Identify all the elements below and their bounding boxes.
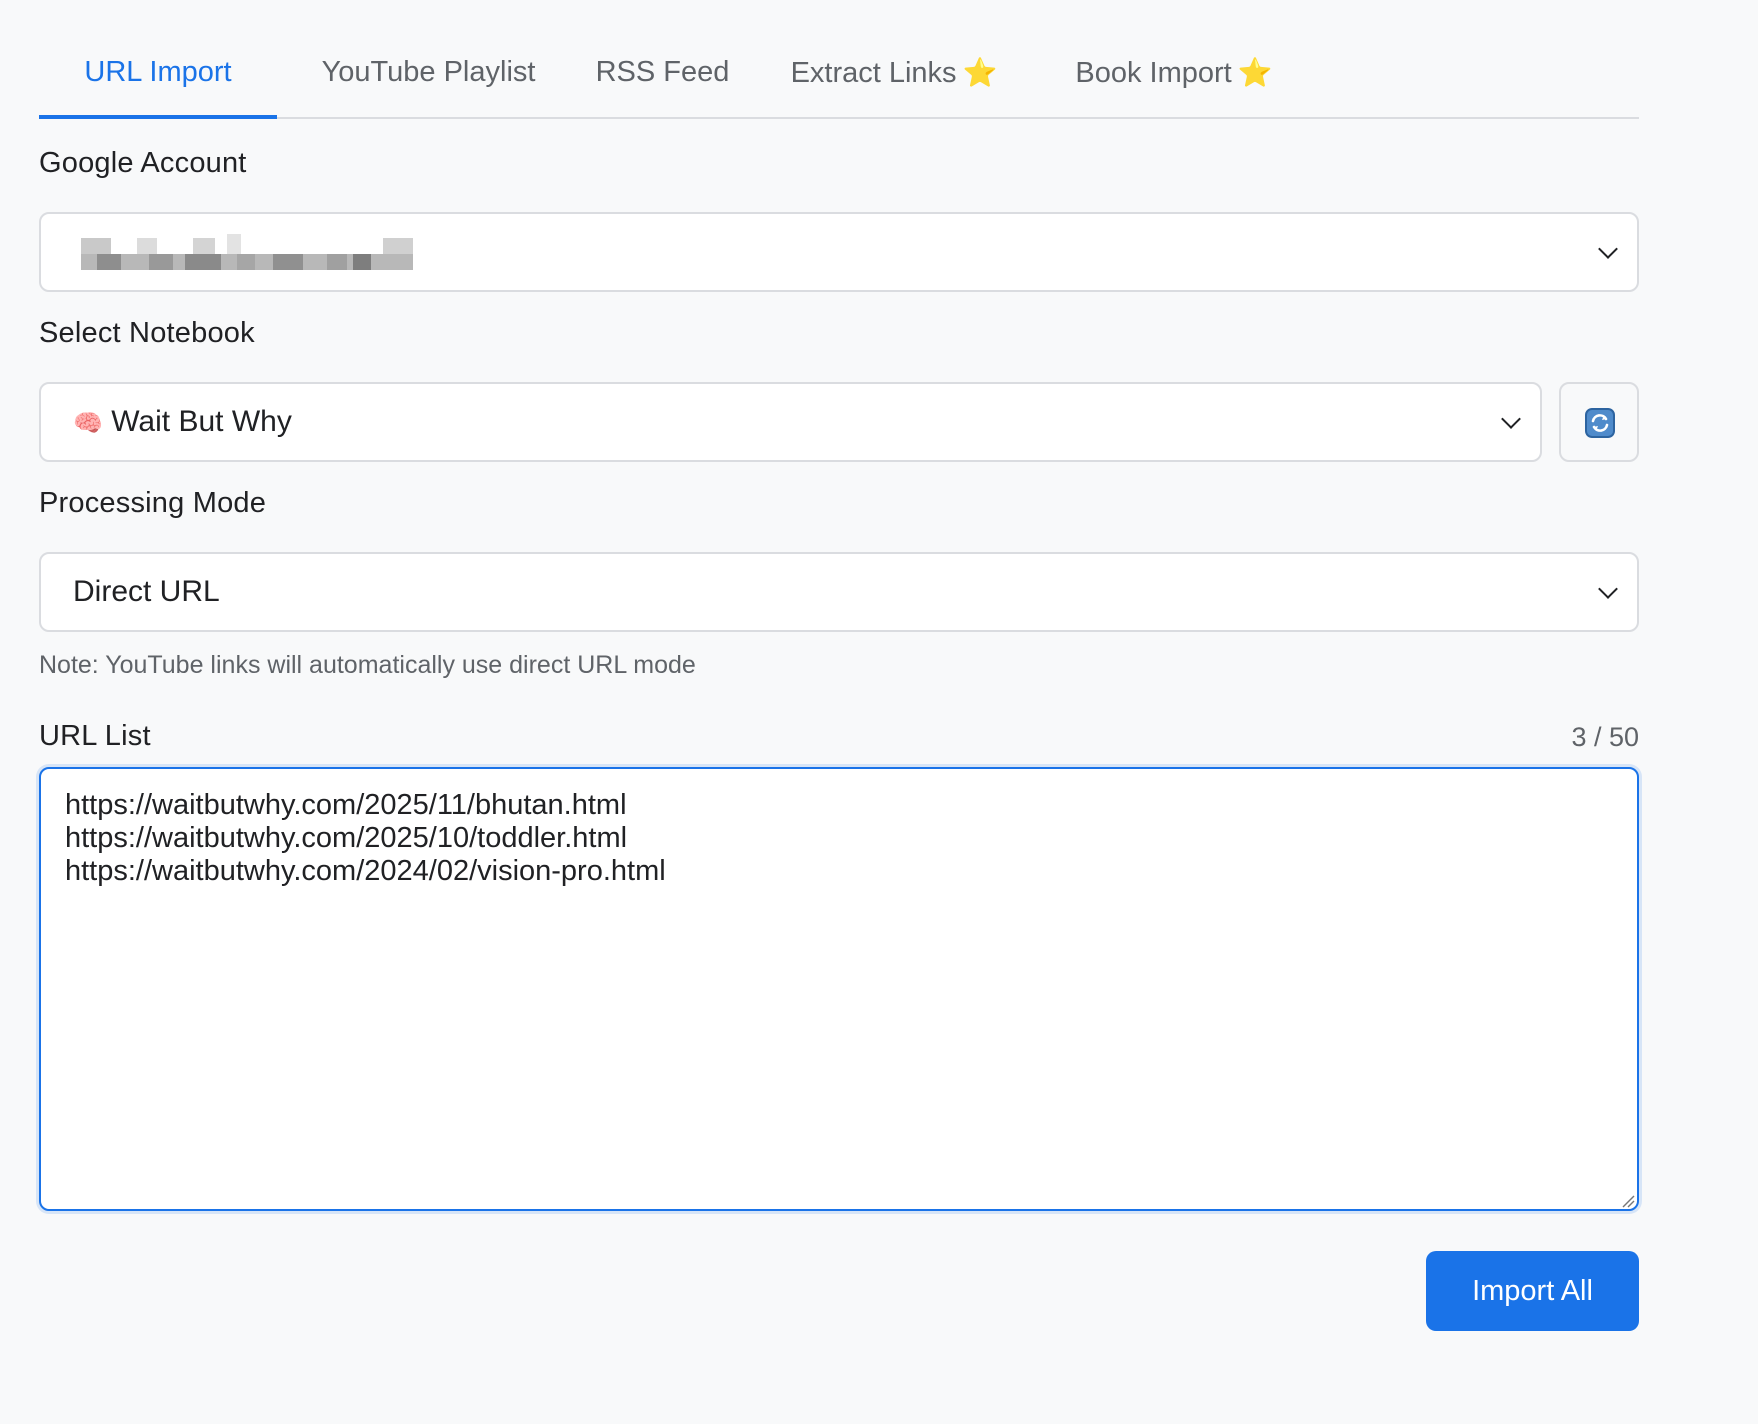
import-panel: URL Import YouTube Playlist RSS Feed Ext… bbox=[39, 0, 1639, 1331]
google-account-label: Google Account bbox=[39, 147, 247, 179]
notebook-label: Select Notebook bbox=[39, 317, 255, 349]
tab-label: RSS Feed bbox=[595, 56, 730, 88]
tab-label: YouTube Playlist bbox=[321, 56, 536, 88]
redacted-account-value bbox=[77, 230, 417, 280]
chevron-down-icon bbox=[1598, 579, 1618, 599]
notebook-select[interactable]: 🧠 Wait But Why bbox=[39, 382, 1542, 462]
import-all-button[interactable]: Import All bbox=[1426, 1251, 1639, 1331]
refresh-notebooks-button[interactable] bbox=[1559, 382, 1639, 462]
tab-url-import[interactable]: URL Import bbox=[39, 0, 277, 119]
notebook-selected-value: 🧠 Wait But Why bbox=[73, 405, 292, 438]
tab-rss-feed[interactable]: RSS Feed bbox=[580, 0, 745, 117]
processing-mode-select[interactable]: Direct URL bbox=[39, 552, 1639, 632]
tab-bar: URL Import YouTube Playlist RSS Feed Ext… bbox=[39, 0, 1639, 119]
tab-extract-links[interactable]: Extract Links ⭐ bbox=[745, 0, 1043, 117]
google-account-select[interactable] bbox=[39, 212, 1639, 292]
tab-book-import[interactable]: Book Import ⭐ bbox=[1043, 0, 1305, 117]
processing-mode-note: Note: YouTube links will automatically u… bbox=[39, 651, 696, 679]
processing-mode-selected-value: Direct URL bbox=[73, 575, 220, 608]
tab-label: URL Import bbox=[84, 56, 232, 88]
brain-icon: 🧠 bbox=[73, 410, 103, 437]
url-list-label: URL List bbox=[39, 720, 151, 752]
tab-label: Book Import bbox=[1075, 57, 1232, 89]
star-icon: ⭐ bbox=[1237, 57, 1273, 88]
star-icon: ⭐ bbox=[962, 57, 998, 88]
tab-label: Extract Links bbox=[790, 57, 957, 89]
url-count-badge: 3 / 50 bbox=[1571, 722, 1639, 752]
chevron-down-icon bbox=[1501, 409, 1521, 429]
url-list-textarea[interactable] bbox=[39, 767, 1639, 1211]
tab-youtube-playlist[interactable]: YouTube Playlist bbox=[277, 0, 580, 117]
refresh-icon bbox=[1585, 408, 1615, 438]
processing-mode-label: Processing Mode bbox=[39, 487, 267, 519]
resize-handle-icon[interactable] bbox=[1621, 1194, 1635, 1208]
chevron-down-icon bbox=[1598, 239, 1618, 259]
